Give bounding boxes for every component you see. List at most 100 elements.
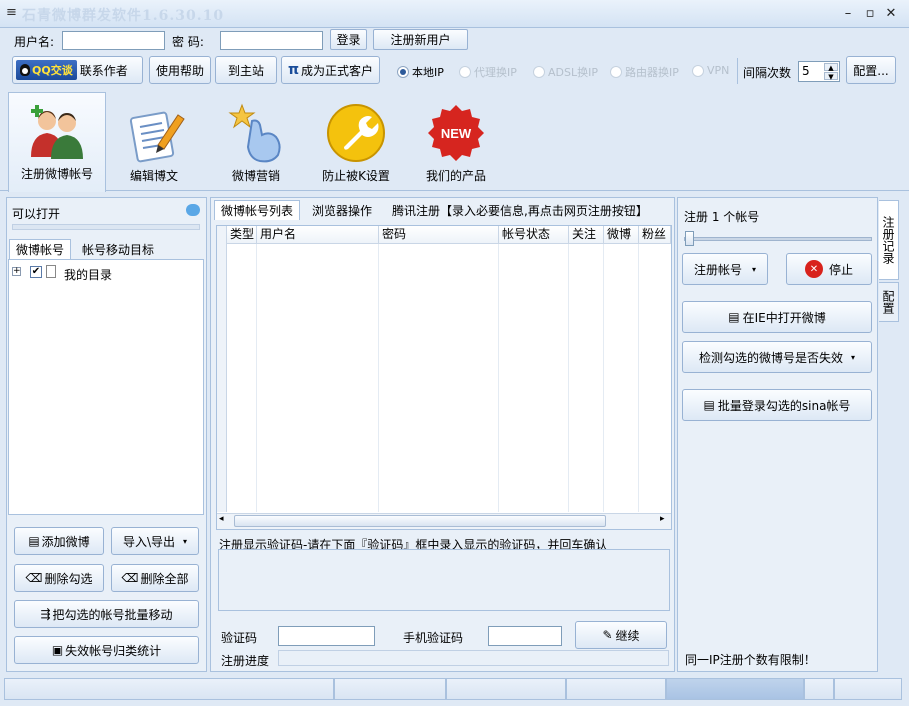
radio-vpn[interactable]: VPN bbox=[692, 64, 729, 77]
radio-proxy-ip[interactable]: 代理换IP bbox=[459, 64, 517, 80]
radio-adsl-ip[interactable]: ADSL换IP bbox=[533, 64, 598, 80]
tool-our-products[interactable]: NEW 我们的产品 bbox=[410, 95, 502, 189]
register-count-slider[interactable] bbox=[684, 230, 872, 246]
button-label: 在IE中打开微博 bbox=[742, 310, 826, 325]
window-title: 石青微博群发软件1.6.30.10 bbox=[22, 8, 225, 24]
tool-label: 注册微博帐号 bbox=[20, 167, 93, 181]
radio-dot bbox=[692, 64, 704, 77]
delete-checked-button[interactable]: ⌫ 删除勾选 bbox=[14, 564, 104, 592]
register-new-user-button[interactable]: 注册新用户 bbox=[373, 29, 468, 50]
qq-penguin-icon bbox=[20, 64, 30, 76]
invalid-stats-button[interactable]: ▣ 失效帐号归类统计 bbox=[14, 636, 199, 664]
status-text: 可以打开 bbox=[12, 207, 61, 221]
scroll-thumb[interactable] bbox=[234, 515, 606, 527]
contact-author-label: 联系作者 bbox=[79, 63, 128, 78]
stats-icon: ▣ bbox=[51, 643, 64, 657]
tab-weibo-accounts[interactable]: 微博帐号 bbox=[9, 239, 72, 259]
tool-weibo-marketing[interactable]: 微博营销 bbox=[210, 95, 302, 189]
close-icon[interactable]: ✕ bbox=[883, 6, 899, 22]
tab-account-list[interactable]: 微博帐号列表 bbox=[214, 200, 301, 220]
col-header-follow[interactable]: 关注 bbox=[569, 226, 604, 244]
delete-all-button[interactable]: ⌫ 删除全部 bbox=[111, 564, 199, 592]
check-invalid-button[interactable]: 检测勾选的微博号是否失效 ▾ bbox=[682, 341, 872, 373]
col-header-password[interactable]: 密码 bbox=[379, 226, 499, 244]
phone-code-input[interactable] bbox=[488, 626, 562, 646]
col-header-username[interactable]: 用户名 bbox=[257, 226, 379, 244]
tool-edit-post[interactable]: 编辑博文 bbox=[108, 95, 200, 189]
stop-icon: ✕ bbox=[804, 260, 823, 278]
home-site-button[interactable]: 到主站 bbox=[215, 56, 277, 84]
button-label: 停止 bbox=[828, 262, 853, 277]
register-account-button[interactable]: 注册帐号 ▾ bbox=[682, 253, 768, 285]
button-label: 把勾选的帐号批量移动 bbox=[52, 607, 173, 622]
button-label: 检测勾选的微博号是否失效 bbox=[698, 350, 843, 365]
interval-value: 5 bbox=[802, 64, 810, 78]
username-input[interactable] bbox=[62, 31, 165, 50]
upgrade-button[interactable]: π 成为正式客户 bbox=[281, 56, 380, 84]
login-button[interactable]: 登录 bbox=[330, 29, 367, 50]
table-column bbox=[257, 244, 379, 512]
password-input[interactable] bbox=[220, 31, 323, 50]
qq-chat-badge: QQ交谈 bbox=[16, 60, 77, 80]
minimize-icon[interactable]: – bbox=[840, 6, 856, 22]
hand-star-icon bbox=[228, 103, 281, 163]
col-header-fans[interactable]: 粉丝 bbox=[639, 226, 671, 244]
button-label: 添加微博 bbox=[41, 534, 90, 549]
radio-router-ip[interactable]: 路由器换IP bbox=[610, 64, 679, 80]
config-button[interactable]: 配置... bbox=[846, 56, 896, 84]
button-label: 继续 bbox=[615, 628, 640, 643]
tree-item-root[interactable]: 我的目录 bbox=[64, 266, 112, 283]
table-column bbox=[499, 244, 569, 512]
tool-register-account[interactable]: 注册微博帐号 bbox=[8, 92, 106, 192]
tool-anti-ban-settings[interactable]: 防止被K设置 bbox=[310, 95, 402, 189]
captcha-input[interactable] bbox=[278, 626, 375, 646]
radio-dot bbox=[533, 66, 545, 78]
vtab-config[interactable]: 配置 bbox=[879, 282, 899, 322]
register-count-label: 注册 1 个帐号 bbox=[684, 210, 760, 224]
batch-login-button[interactable]: ▤ 批量登录勾选的sina帐号 bbox=[682, 389, 872, 421]
edit-document-icon bbox=[129, 111, 185, 163]
continue-button[interactable]: ✎ 继续 bbox=[575, 621, 667, 649]
move-icon: ⇶ bbox=[40, 607, 51, 621]
vtab-register-log[interactable]: 注册记录 bbox=[879, 200, 899, 280]
tab-browser-ops[interactable]: 浏览器操作 bbox=[306, 200, 378, 220]
stepper-up-icon[interactable]: ▲ bbox=[824, 63, 838, 72]
add-weibo-button[interactable]: ▤ 添加微博 bbox=[14, 527, 104, 555]
scroll-right-icon[interactable]: ▸ bbox=[660, 514, 665, 524]
col-header-type[interactable]: 类型 bbox=[227, 226, 257, 244]
scroll-left-icon[interactable]: ◂ bbox=[219, 514, 224, 524]
radio-label: 本地IP bbox=[412, 66, 444, 79]
import-export-button[interactable]: 导入\导出 ▾ bbox=[111, 527, 199, 555]
contact-author-button[interactable]: QQ交谈 联系作者 bbox=[12, 56, 143, 84]
dropdown-arrow-icon: ▾ bbox=[752, 264, 757, 274]
username-label: 用户名: bbox=[14, 35, 55, 49]
open-in-ie-button[interactable]: ▤ 在IE中打开微博 bbox=[682, 301, 872, 333]
maximize-icon[interactable]: ▫ bbox=[862, 6, 878, 22]
wrench-icon bbox=[327, 104, 385, 162]
slider-thumb[interactable] bbox=[685, 231, 694, 246]
eraser-icon: ⌫ bbox=[25, 571, 43, 585]
tool-label: 编辑博文 bbox=[129, 169, 178, 183]
new-badge-icon: NEW bbox=[428, 105, 484, 161]
table-column bbox=[227, 244, 257, 512]
col-header-status[interactable]: 帐号状态 bbox=[499, 226, 569, 244]
button-label: 删除勾选 bbox=[44, 571, 93, 586]
radio-local-ip[interactable]: 本地IP bbox=[397, 64, 444, 80]
tool-label: 微博营销 bbox=[231, 169, 280, 183]
stepper-down-icon[interactable]: ▼ bbox=[824, 72, 838, 81]
help-button[interactable]: 使用帮助 bbox=[149, 56, 211, 84]
tab-move-target[interactable]: 帐号移动目标 bbox=[76, 239, 160, 259]
status-bar-segment bbox=[446, 678, 566, 700]
button-label: 导入\导出 bbox=[122, 534, 176, 549]
account-tree[interactable] bbox=[8, 259, 204, 515]
stop-button[interactable]: ✕ 停止 bbox=[786, 253, 872, 285]
tree-checkbox[interactable]: ✔ bbox=[30, 266, 42, 278]
system-menu-icon[interactable]: ≡ bbox=[6, 5, 17, 20]
tab-tencent-register[interactable]: 腾讯注册【录入必要信息,再点击网页注册按钮】 bbox=[386, 200, 654, 220]
expand-icon[interactable]: + bbox=[12, 267, 21, 276]
col-header-weibo[interactable]: 微博 bbox=[604, 226, 639, 244]
tool-label: 我们的产品 bbox=[425, 169, 486, 183]
interval-stepper[interactable]: 5 ▲ ▼ bbox=[798, 61, 840, 82]
batch-move-button[interactable]: ⇶ 把勾选的帐号批量移动 bbox=[14, 600, 199, 628]
dropdown-arrow-icon: ▾ bbox=[851, 352, 856, 362]
